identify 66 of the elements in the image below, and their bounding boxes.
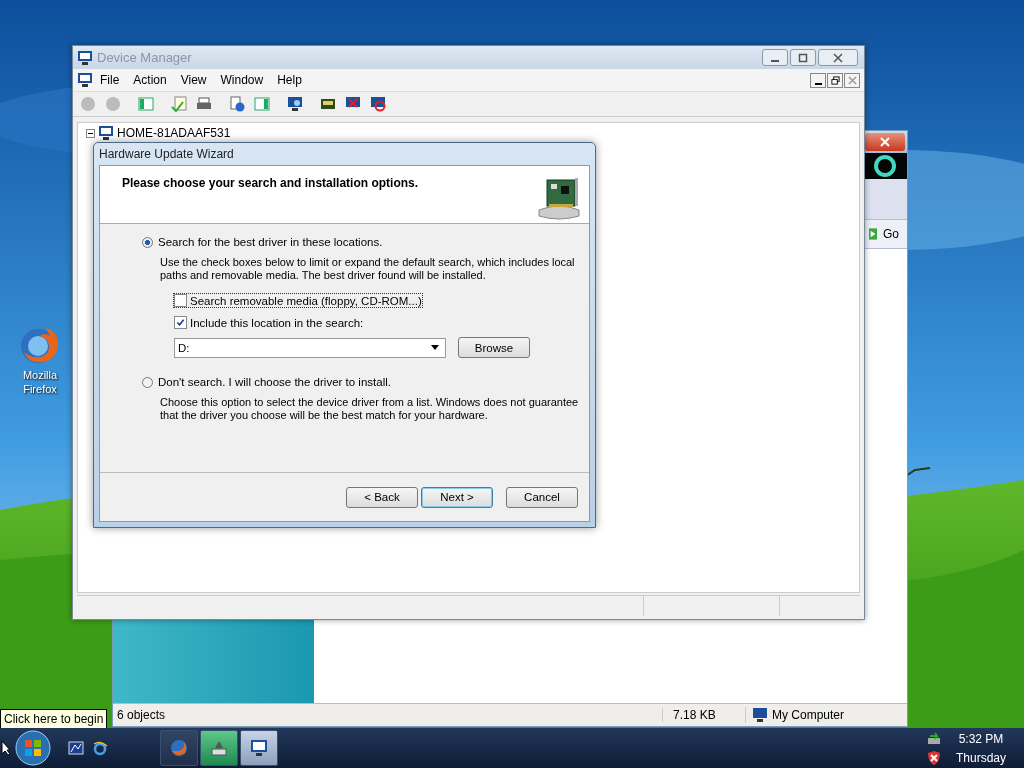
location-dropdown[interactable]: D: [174, 337, 446, 358]
close-icon [880, 137, 890, 147]
checkbox[interactable] [174, 316, 187, 329]
shield-icon [925, 750, 942, 766]
arrow-icon [869, 227, 877, 241]
minimize-button[interactable] [810, 72, 826, 88]
properties-button[interactable] [170, 95, 188, 113]
cursor-icon [1, 740, 11, 756]
status-text: My Computer [772, 708, 845, 722]
taskbar-button[interactable] [240, 730, 278, 766]
restore-icon [830, 75, 840, 85]
dialog-title: Hardware Update Wizard [99, 147, 234, 161]
browse-button[interactable]: Browse [458, 337, 530, 358]
checkbox[interactable] [174, 294, 187, 307]
option-description: Choose this option to select the device driver from a list. Windows does not guarantee that the driver you choose will be the best match for your hardware. [160, 396, 580, 422]
wizard-button[interactable]: < Back [346, 486, 418, 508]
monitor-icon [249, 738, 269, 758]
status-text: 6 objects [116, 708, 167, 722]
uninstall-button[interactable] [369, 95, 387, 113]
close-icon [847, 75, 857, 85]
taskbar-button[interactable] [160, 730, 198, 766]
menu-item[interactable]: View [173, 73, 214, 87]
minimize-icon [771, 59, 779, 62]
close-icon [833, 52, 843, 63]
monitor-icon [98, 125, 114, 141]
menu-item[interactable]: File [93, 73, 127, 87]
shortcut-label: Mozilla Firefox [21, 368, 59, 396]
tree-item[interactable]: HOME-81ADAAF531 [78, 123, 859, 143]
radio-option[interactable]: Don't search. I will choose the driver to install. [142, 376, 579, 388]
wizard-heading: Please choose your search and installation options. [122, 176, 419, 192]
scan-button[interactable] [286, 95, 304, 113]
clock-day: Thursday [955, 750, 1006, 765]
collapse-icon[interactable] [86, 128, 95, 138]
minimize-icon [814, 82, 822, 85]
wizard-button[interactable]: Cancel [506, 486, 578, 508]
checkbox-option[interactable]: Include this location in the search: [174, 316, 364, 329]
clock-time: 5:32 PM [958, 731, 1004, 746]
fox-globe-icon [169, 738, 189, 758]
dropdown-arrow-icon [431, 345, 439, 350]
console-tree-button[interactable] [137, 95, 155, 113]
restore-button[interactable] [827, 72, 843, 88]
checkbox-option[interactable]: Search removable media (floppy, CD-ROM...) [174, 294, 422, 307]
status-text: 7.18 KB [662, 708, 745, 722]
radio-button[interactable] [142, 376, 153, 388]
maximize-icon [798, 52, 808, 63]
menu-item[interactable]: Help [270, 73, 309, 87]
tooltip: Click here to begin [0, 709, 108, 729]
monitor-icon [77, 49, 93, 66]
window-title: Device Manager [97, 50, 192, 65]
monitor-icon [77, 72, 93, 88]
network-icon [925, 730, 942, 746]
taskbar-button[interactable] [200, 730, 238, 766]
help-button[interactable] [228, 95, 246, 113]
wizard-button[interactable]: Next > [421, 486, 493, 508]
action-pane-button[interactable] [253, 95, 271, 113]
menu-item[interactable]: Action [126, 73, 174, 87]
start-button[interactable] [14, 729, 52, 767]
menu-item[interactable]: Window [213, 73, 271, 87]
ring-icon [873, 154, 897, 178]
desktop-launch-icon[interactable] [66, 738, 86, 758]
radio-option[interactable]: Search for the best driver in these locations. [142, 236, 579, 248]
close-button[interactable] [865, 133, 905, 151]
option-description: Use the check boxes below to limit or expand the default search, which includes local paths and removable media. The best driver found will be installed. [160, 256, 576, 282]
go-button[interactable]: Go [869, 227, 899, 241]
radio-button[interactable] [142, 236, 153, 248]
monitor-icon [752, 707, 768, 723]
